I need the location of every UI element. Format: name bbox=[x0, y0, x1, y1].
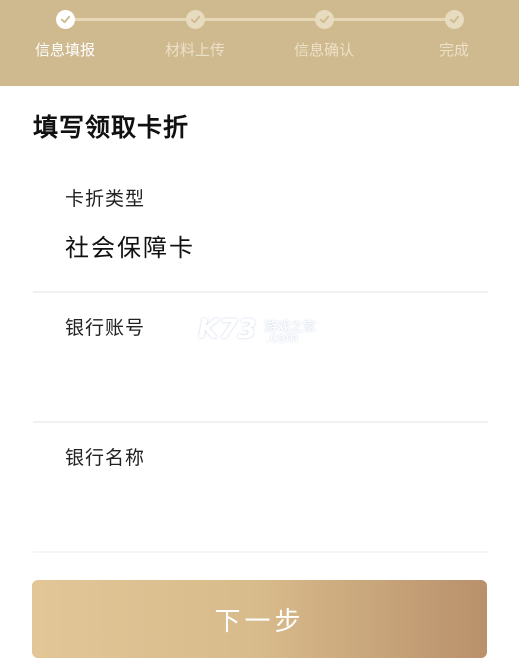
card-type-value[interactable]: 社会保障卡 bbox=[65, 228, 195, 263]
step-info-fill: 信息填报 bbox=[0, 0, 130, 86]
check-icon bbox=[445, 10, 464, 29]
progress-stepper: 信息填报 材料上传 信息确认 完成 bbox=[0, 0, 519, 86]
divider bbox=[33, 291, 488, 293]
watermark-domain: .com bbox=[266, 331, 298, 346]
bank-name-input[interactable] bbox=[65, 488, 465, 520]
step-complete: 完成 bbox=[389, 0, 519, 86]
step-info-confirm: 信息确认 bbox=[259, 0, 389, 86]
watermark-brand: K73 bbox=[198, 314, 257, 345]
card-type-field[interactable]: 卡折类型 社会保障卡 bbox=[33, 170, 488, 290]
step-label: 信息填报 bbox=[34, 41, 95, 59]
field-label: 卡折类型 bbox=[65, 188, 146, 210]
field-label: 银行名称 bbox=[65, 447, 146, 469]
watermark-logo: K73 游戏之家 .com bbox=[198, 314, 323, 348]
page-title: 填写领取卡折 bbox=[33, 113, 190, 142]
step-label: 信息确认 bbox=[293, 41, 354, 59]
next-step-button[interactable]: 下一步 bbox=[32, 580, 487, 658]
check-icon bbox=[186, 10, 205, 29]
bank-account-input[interactable] bbox=[65, 358, 465, 390]
step-label: 材料上传 bbox=[164, 41, 225, 59]
step-material-upload: 材料上传 bbox=[130, 0, 260, 86]
divider bbox=[33, 551, 488, 553]
check-icon bbox=[315, 10, 334, 29]
divider bbox=[33, 421, 488, 423]
bank-name-field[interactable]: 银行名称 bbox=[33, 430, 488, 550]
step-label: 完成 bbox=[438, 41, 469, 59]
field-label: 银行账号 bbox=[65, 317, 146, 339]
check-icon bbox=[56, 10, 75, 29]
